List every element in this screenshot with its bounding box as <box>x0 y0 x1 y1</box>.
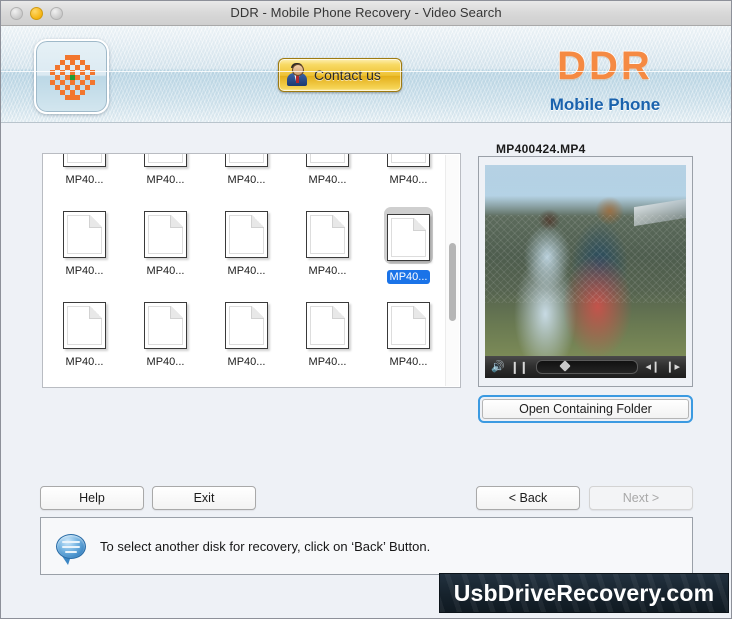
document-file-icon <box>306 211 349 258</box>
file-item[interactable]: MP40... <box>368 207 446 298</box>
file-icon-wrap <box>387 298 430 349</box>
file-item-label: MP40... <box>227 356 266 368</box>
document-file-icon <box>144 154 187 167</box>
file-icon-wrap <box>144 298 187 349</box>
file-item-label: MP40... <box>146 265 185 277</box>
file-item[interactable]: MP40... <box>125 298 206 387</box>
exit-button[interactable]: Exit <box>152 486 256 510</box>
document-file-icon <box>387 154 430 167</box>
document-file-icon <box>225 302 268 349</box>
file-item-label: MP40... <box>146 356 185 368</box>
file-icon-wrap <box>225 154 268 167</box>
file-grid: MP40... MP40... MP40... MP40... MP40... MP40.… <box>43 154 446 387</box>
speech-bubble-icon <box>56 533 86 565</box>
file-icon-wrap <box>63 298 106 349</box>
person-icon <box>286 63 308 87</box>
file-item[interactable]: MP40... <box>44 298 125 387</box>
preview-file-name: MP400424.MP4 <box>491 142 591 156</box>
document-file-icon <box>63 302 106 349</box>
file-icon-wrap <box>144 207 187 258</box>
brand-title: DDR <box>556 44 653 88</box>
info-message: To select another disk for recovery, cli… <box>100 538 431 554</box>
document-file-icon <box>387 214 430 261</box>
file-icon-wrap <box>63 207 106 258</box>
file-item[interactable]: MP40... <box>125 207 206 298</box>
file-icon-wrap <box>384 207 433 264</box>
next-button: Next > <box>589 486 693 510</box>
window-title: DDR - Mobile Phone Recovery - Video Sear… <box>230 5 502 20</box>
help-button[interactable]: Help <box>40 486 144 510</box>
file-list-panel[interactable]: MP40... MP40... MP40... MP40... MP40... MP40.… <box>42 153 461 388</box>
file-item-label: MP40... <box>389 174 428 186</box>
file-item[interactable]: MP40... <box>206 207 287 298</box>
app-logo-icon <box>34 39 109 114</box>
file-item-label: MP40... <box>308 356 347 368</box>
file-item[interactable]: MP40... <box>368 154 446 207</box>
file-item-label: MP40... <box>227 174 266 186</box>
file-icon-wrap <box>225 298 268 349</box>
document-file-icon <box>306 154 349 167</box>
pause-icon[interactable]: ❙❙ <box>510 361 529 373</box>
document-file-icon <box>63 211 106 258</box>
file-icon-wrap <box>306 298 349 349</box>
file-icon-wrap <box>306 207 349 258</box>
file-item[interactable]: MP40... <box>44 207 125 298</box>
file-item[interactable]: MP40... <box>125 154 206 207</box>
file-item-label: MP40... <box>308 265 347 277</box>
seek-bar[interactable] <box>535 360 638 374</box>
file-item-label: MP40... <box>308 174 347 186</box>
contact-us-label: Contact us <box>314 67 381 83</box>
application-window: DDR - Mobile Phone Recovery - Video Sear… <box>0 0 732 619</box>
file-item-label: MP40... <box>65 174 104 186</box>
video-player[interactable]: 🔊 ❙❙ ◂❙ ❙▸ <box>485 165 686 378</box>
open-containing-folder-focus-ring: Open Containing Folder <box>478 395 693 423</box>
open-containing-folder-button[interactable]: Open Containing Folder <box>482 399 689 419</box>
file-item-label: MP40... <box>389 356 428 368</box>
document-file-icon <box>63 154 106 167</box>
document-file-icon <box>144 211 187 258</box>
file-list-scrollbar[interactable] <box>445 155 459 386</box>
file-item-label: MP40... <box>146 174 185 186</box>
file-item[interactable]: MP40... <box>206 298 287 387</box>
document-file-icon <box>144 302 187 349</box>
brand-subtitle: Mobile Phone <box>549 95 661 114</box>
step-forward-icon[interactable]: ❙▸ <box>665 361 680 373</box>
watermark-text: UsbDriveRecovery.com <box>453 579 715 606</box>
file-item[interactable]: MP40... <box>287 154 368 207</box>
step-back-icon[interactable]: ◂❙ <box>646 361 661 373</box>
file-icon-wrap <box>63 154 106 167</box>
fence-texture <box>485 214 686 303</box>
volume-icon[interactable]: 🔊 <box>491 361 505 373</box>
video-controls: 🔊 ❙❙ ◂❙ ❙▸ <box>485 356 686 378</box>
file-icon-wrap <box>306 154 349 167</box>
document-file-icon <box>387 302 430 349</box>
file-item[interactable]: MP40... <box>287 298 368 387</box>
document-file-icon <box>225 154 268 167</box>
seek-handle[interactable] <box>559 360 571 372</box>
file-item[interactable]: MP40... <box>44 154 125 207</box>
site-watermark: UsbDriveRecovery.com <box>439 573 729 613</box>
info-bar: To select another disk for recovery, cli… <box>40 517 693 575</box>
title-bar: DDR - Mobile Phone Recovery - Video Sear… <box>1 1 731 26</box>
back-button[interactable]: < Back <box>476 486 580 510</box>
file-icon-wrap <box>387 154 430 167</box>
document-file-icon <box>306 302 349 349</box>
document-file-icon <box>225 211 268 258</box>
contact-us-button[interactable]: Contact us <box>278 58 402 92</box>
file-item[interactable]: MP40... <box>287 207 368 298</box>
file-item[interactable]: MP40... <box>206 154 287 207</box>
file-item-label: MP40... <box>386 270 431 284</box>
file-item-label: MP40... <box>65 265 104 277</box>
brand-block: DDR Mobile Phone <box>505 44 705 115</box>
header-banner: Contact us DDR Mobile Phone <box>1 26 731 123</box>
file-grid-viewport: MP40... MP40... MP40... MP40... MP40... MP40.… <box>43 154 446 387</box>
file-item-label: MP40... <box>227 265 266 277</box>
video-frame-image <box>485 165 686 356</box>
scrollbar-thumb[interactable] <box>449 243 456 321</box>
file-icon-wrap <box>144 154 187 167</box>
file-item-label: MP40... <box>65 356 104 368</box>
file-icon-wrap <box>225 207 268 258</box>
file-item[interactable]: MP40... <box>368 298 446 387</box>
ddr-flower-icon <box>49 54 95 100</box>
